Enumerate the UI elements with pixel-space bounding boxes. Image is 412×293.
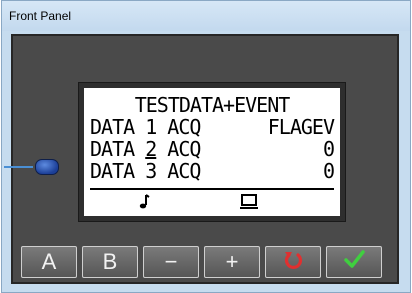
minus-button[interactable]: − (143, 246, 199, 278)
lcd-row-2-value: 0 (322, 137, 335, 161)
plus-button[interactable]: + (204, 246, 260, 278)
note-icon (137, 194, 151, 214)
lcd-display: TESTDATA+EVENT DATA 1 ACQ FLAGEV DATA 2 … (84, 88, 340, 216)
title-bar[interactable]: Front Panel (2, 1, 410, 31)
lcd-heading: TESTDATA+EVENT (134, 93, 291, 117)
undo-button[interactable] (265, 246, 321, 278)
lcd-row-3: DATA 3 ACQ 0 (90, 159, 335, 183)
lcd-row-2-underlined: 2 (145, 137, 157, 161)
lcd-row-3-label: DATA 3 ACQ (90, 159, 201, 183)
lcd-row-2-suffix: ACQ (156, 137, 201, 161)
a-button[interactable]: A (21, 246, 77, 278)
front-panel-window: Front Panel TESTDATA+EVENT DATA 1 ACQ FL… (1, 0, 411, 293)
undo-arrow-icon (283, 249, 303, 275)
computer-icon (240, 194, 258, 214)
lcd-row-3-value: 0 (322, 159, 335, 183)
window-title: Front Panel (9, 9, 72, 23)
button-bar: A B − + (21, 246, 389, 278)
lcd-row-2: DATA 2 ACQ 0 (90, 137, 335, 161)
b-button[interactable]: B (82, 246, 138, 278)
status-led (35, 159, 59, 175)
callout-line (4, 166, 33, 168)
lcd-status-divider (90, 188, 334, 190)
lcd-row-1: DATA 1 ACQ FLAGEV (90, 115, 335, 139)
lcd-bezel: TESTDATA+EVENT DATA 1 ACQ FLAGEV DATA 2 … (78, 82, 346, 222)
lcd-row-1-value: FLAGEV (267, 115, 335, 139)
lcd-row-1-label: DATA 1 ACQ (90, 115, 201, 139)
lcd-row-2-label: DATA 2 ACQ (90, 137, 201, 161)
lcd-row-2-prefix: DATA (90, 137, 146, 161)
confirm-button[interactable] (326, 246, 382, 278)
device-panel: TESTDATA+EVENT DATA 1 ACQ FLAGEV DATA 2 … (4, 34, 399, 284)
check-icon (343, 249, 365, 275)
